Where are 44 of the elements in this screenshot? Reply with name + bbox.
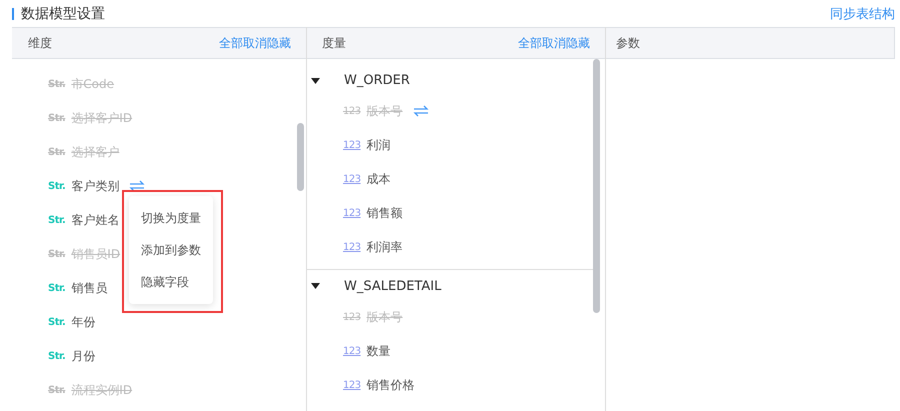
type-tag: 123 — [343, 208, 361, 218]
field-name[interactable]: 客户姓名 — [71, 212, 120, 228]
swap-icon[interactable] — [129, 180, 146, 192]
menu-item[interactable]: 隐藏字段 — [129, 266, 213, 298]
field-name[interactable]: 客户类别 — [71, 178, 120, 194]
type-tag: 123 — [343, 346, 361, 356]
type-tag: Str. — [48, 282, 66, 294]
type-tag: 123 — [343, 242, 361, 252]
type-tag: 123 — [343, 106, 361, 116]
type-tag: 123 — [343, 174, 361, 184]
column-title: 参数 — [616, 34, 640, 52]
caret-icon[interactable] — [311, 78, 320, 84]
table-name[interactable]: W_ORDER — [344, 73, 410, 88]
menu-item[interactable]: 切换为度量 — [129, 202, 213, 234]
column-title: 度量 — [322, 34, 346, 52]
type-tag: 123 — [343, 312, 361, 322]
type-tag: Str. — [48, 350, 66, 362]
table-name[interactable]: W_SALEDETAIL — [344, 278, 442, 294]
type-tag: 123 — [343, 380, 361, 390]
type-tag: Str. — [48, 112, 66, 124]
page-title: 数据模型设置 — [12, 8, 105, 20]
field-name[interactable]: 销售价格 — [366, 376, 415, 394]
type-tag: Str. — [48, 316, 66, 328]
menu-item[interactable]: 添加到参数 — [129, 234, 213, 266]
type-tag: Str. — [48, 248, 66, 260]
type-tag: Str. — [48, 78, 66, 90]
field-name[interactable]: 利润率 — [366, 238, 403, 256]
field-name[interactable]: 销售员 — [71, 280, 108, 296]
field-name[interactable]: 利润 — [366, 136, 391, 154]
field-name[interactable]: 成本 — [366, 170, 391, 188]
type-tag: Str. — [48, 180, 66, 192]
field-name[interactable]: 月份 — [71, 348, 96, 364]
type-tag: Str. — [48, 384, 66, 396]
column-title: 维度 — [28, 34, 52, 52]
field-name[interactable]: 数量 — [366, 342, 391, 360]
type-tag: Str. — [48, 214, 66, 226]
swap-icon[interactable] — [412, 105, 429, 117]
field-name[interactable]: 销售额 — [366, 204, 403, 222]
scrollbar[interactable] — [297, 123, 304, 191]
type-tag: Str. — [48, 146, 66, 158]
field-name[interactable]: 年份 — [71, 314, 96, 330]
type-tag: 123 — [343, 140, 361, 150]
caret-icon[interactable] — [311, 283, 320, 289]
scrollbar[interactable] — [593, 59, 600, 313]
